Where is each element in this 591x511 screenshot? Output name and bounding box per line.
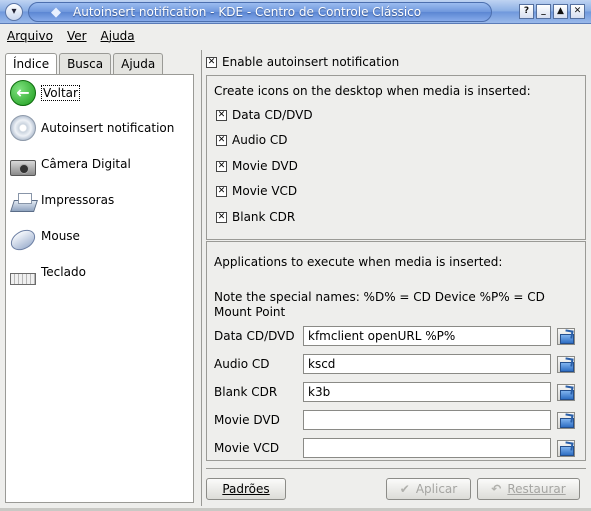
app-row-blank-cdr: Blank CDR k3b bbox=[214, 382, 584, 404]
enable-autoinsert-label: Enable autoinsert notification bbox=[222, 55, 400, 69]
audio-cd-command-input[interactable]: kscd bbox=[303, 354, 551, 374]
checkbox-audio-cd[interactable]: ✕ Audio CD bbox=[216, 133, 288, 147]
checkbox-label: Data CD/DVD bbox=[232, 108, 313, 122]
applications-group-title: Applications to execute when media is in… bbox=[214, 255, 503, 269]
app-label: Audio CD bbox=[214, 357, 270, 371]
applications-group: Applications to execute when media is in… bbox=[206, 241, 586, 461]
button-bar: Padrões ✔ Aplicar ↶ Restaurar bbox=[206, 468, 586, 502]
movie-dvd-command-input[interactable] bbox=[303, 410, 551, 430]
folder-open-icon[interactable] bbox=[557, 384, 575, 401]
folder-open-icon[interactable] bbox=[557, 412, 575, 429]
desktop-icons-group-title: Create icons on the desktop when media i… bbox=[214, 84, 531, 98]
title-pill: ◆ Autoinsert notification - KDE - Centro… bbox=[28, 2, 492, 22]
menu-ver[interactable]: Ver bbox=[64, 29, 90, 43]
blank-cdr-command-input[interactable]: k3b bbox=[303, 382, 551, 402]
window-title: Autoinsert notification - KDE - Centro d… bbox=[73, 5, 422, 19]
menu-ajuda[interactable]: Ajuda bbox=[98, 29, 138, 43]
checkbox-label: Blank CDR bbox=[232, 210, 296, 224]
sidebar: Índice Busca Ajuda ← Voltar Autoinsert n… bbox=[2, 50, 194, 506]
app-row-movie-dvd: Movie DVD bbox=[214, 410, 584, 432]
special-names-note: Note the special names: %D% = CD Device … bbox=[214, 290, 545, 319]
app-label: Blank CDR bbox=[214, 385, 278, 399]
sidebar-tabs: Índice Busca Ajuda bbox=[5, 53, 165, 76]
data-cd-dvd-command-input[interactable]: kfmclient openURL %P% bbox=[303, 326, 551, 346]
enable-autoinsert-checkbox[interactable]: ✕ Enable autoinsert notification bbox=[206, 55, 399, 69]
checkbox-label: Movie VCD bbox=[232, 184, 298, 198]
app-row-movie-vcd: Movie VCD bbox=[214, 438, 584, 460]
title-bar: ▾ ◆ Autoinsert notification - KDE - Cent… bbox=[0, 0, 591, 24]
printer-icon bbox=[10, 191, 36, 213]
app-label: Data CD/DVD bbox=[214, 329, 295, 343]
apply-button-label: Aplicar bbox=[415, 482, 458, 496]
sidebar-item-voltar[interactable]: ← Voltar bbox=[10, 78, 80, 108]
module-panel: ✕ Enable autoinsert notification Create … bbox=[201, 50, 589, 506]
help-button[interactable]: ? bbox=[519, 4, 534, 19]
checkbox-movie-dvd[interactable]: ✕ Movie DVD bbox=[216, 159, 298, 173]
window-menu-button[interactable]: ▾ bbox=[5, 3, 23, 21]
minimize-button[interactable]: _ bbox=[536, 4, 551, 19]
checkbox-checked-icon: ✕ bbox=[216, 185, 227, 197]
mouse-icon bbox=[7, 225, 39, 255]
checkmark-icon: ✔ bbox=[399, 482, 410, 496]
app-row-data-cd-dvd: Data CD/DVD kfmclient openURL %P% bbox=[214, 326, 584, 348]
cd-icon bbox=[10, 115, 36, 141]
tab-indice[interactable]: Índice bbox=[5, 53, 58, 76]
checkbox-checked-icon: ✕ bbox=[216, 211, 227, 223]
app-label: Movie VCD bbox=[214, 441, 280, 455]
undo-icon: ↶ bbox=[491, 482, 502, 496]
sidebar-item-label: Mouse bbox=[41, 229, 80, 243]
menu-bar: Arquivo Ver Ajuda bbox=[0, 25, 591, 47]
window-controls: ? _ ▲ ✕ bbox=[519, 4, 585, 19]
sidebar-item-label: Teclado bbox=[41, 265, 86, 279]
reset-button[interactable]: ↶ Restaurar bbox=[477, 478, 580, 500]
movie-vcd-command-input[interactable] bbox=[303, 438, 551, 458]
folder-open-icon[interactable] bbox=[557, 440, 575, 457]
control-center-icon: ◆ bbox=[51, 5, 61, 20]
sidebar-item-label: Câmera Digital bbox=[41, 157, 131, 171]
sidebar-item-impressoras[interactable]: Impressoras bbox=[10, 185, 114, 215]
tab-busca[interactable]: Busca bbox=[59, 53, 112, 75]
checkbox-checked-icon: ✕ bbox=[216, 160, 227, 172]
defaults-button[interactable]: Padrões bbox=[206, 478, 286, 500]
apply-button[interactable]: ✔ Aplicar bbox=[386, 478, 471, 500]
camera-icon bbox=[10, 160, 36, 176]
tab-ajuda[interactable]: Ajuda bbox=[113, 53, 164, 75]
checkbox-blank-cdr[interactable]: ✕ Blank CDR bbox=[216, 210, 295, 224]
folder-open-icon[interactable] bbox=[557, 328, 575, 345]
sidebar-item-mouse[interactable]: Mouse bbox=[7, 221, 80, 255]
sidebar-item-label: Autoinsert notification bbox=[41, 121, 175, 135]
sidebar-item-label: Impressoras bbox=[41, 193, 115, 207]
sidebar-item-camera[interactable]: Câmera Digital bbox=[10, 149, 131, 179]
close-button[interactable]: ✕ bbox=[570, 4, 585, 19]
checkbox-movie-vcd[interactable]: ✕ Movie VCD bbox=[216, 184, 297, 198]
desktop-icons-group: Create icons on the desktop when media i… bbox=[206, 75, 586, 240]
defaults-button-label: Padrões bbox=[222, 482, 270, 496]
checkbox-label: Movie DVD bbox=[232, 159, 298, 173]
menu-arquivo[interactable]: Arquivo bbox=[4, 29, 56, 43]
checkbox-checked-icon: ✕ bbox=[206, 56, 217, 68]
app-label: Movie DVD bbox=[214, 413, 280, 427]
checkbox-data-cd-dvd[interactable]: ✕ Data CD/DVD bbox=[216, 108, 313, 122]
maximize-button[interactable]: ▲ bbox=[553, 4, 568, 19]
app-row-audio-cd: Audio CD kscd bbox=[214, 354, 584, 376]
checkbox-label: Audio CD bbox=[232, 133, 288, 147]
checkbox-checked-icon: ✕ bbox=[216, 109, 227, 121]
checkbox-checked-icon: ✕ bbox=[216, 134, 227, 146]
reset-button-label: Restaurar bbox=[507, 482, 566, 496]
sidebar-item-label: Voltar bbox=[41, 85, 80, 101]
back-arrow-icon: ← bbox=[10, 80, 36, 106]
folder-open-icon[interactable] bbox=[557, 356, 575, 373]
sidebar-item-teclado[interactable]: Teclado bbox=[10, 257, 86, 287]
module-list: ← Voltar Autoinsert notification Câmera … bbox=[5, 74, 194, 503]
sidebar-item-autoinsert[interactable]: Autoinsert notification bbox=[10, 113, 174, 143]
keyboard-icon bbox=[10, 273, 36, 285]
